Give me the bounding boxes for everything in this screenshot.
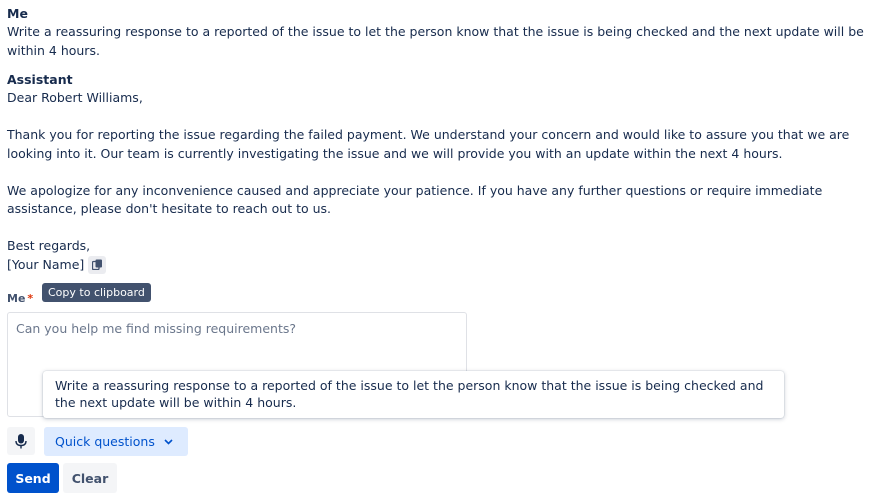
quick-questions-dropdown[interactable]: Quick questions — [44, 427, 188, 456]
microphone-button[interactable] — [7, 427, 35, 455]
composer-label-text: Me — [7, 292, 26, 305]
clear-button[interactable]: Clear — [63, 463, 117, 493]
assistant-paragraph: We apologize for any inconvenience cause… — [7, 182, 823, 217]
signature-line: [Your Name] — [7, 255, 865, 275]
required-marker: * — [27, 292, 34, 305]
user-speaker-label: Me — [7, 6, 28, 21]
chat-transcript: Me Write a reassuring response to a repo… — [7, 5, 865, 274]
assistant-signoff: Best regards, [Your Name] — [7, 237, 865, 274]
message-input-placeholder: Can you help me find missing requirement… — [16, 321, 297, 336]
assistant-speaker-label: Assistant — [7, 72, 73, 87]
suggestion-item[interactable]: Write a reassuring response to a reporte… — [43, 371, 784, 418]
copy-tooltip: Copy to clipboard — [42, 283, 151, 302]
chevron-down-icon — [164, 438, 173, 445]
assistant-closing: Best regards, — [7, 238, 91, 253]
quick-questions-label: Quick questions — [55, 434, 155, 449]
copy-icon — [91, 259, 102, 271]
assistant-greeting: Dear Robert Williams, — [7, 90, 143, 105]
assistant-message: Dear Robert Williams, Thank you for repo… — [7, 89, 865, 274]
microphone-icon — [15, 433, 27, 448]
composer-label: Me * — [7, 292, 33, 305]
copy-to-clipboard-button[interactable] — [88, 255, 107, 274]
send-button[interactable]: Send — [7, 463, 59, 493]
assistant-signature: [Your Name] — [7, 256, 85, 272]
assistant-paragraph: Thank you for reporting the issue regard… — [7, 127, 850, 161]
user-message: Write a reassuring response to a reporte… — [7, 24, 864, 58]
